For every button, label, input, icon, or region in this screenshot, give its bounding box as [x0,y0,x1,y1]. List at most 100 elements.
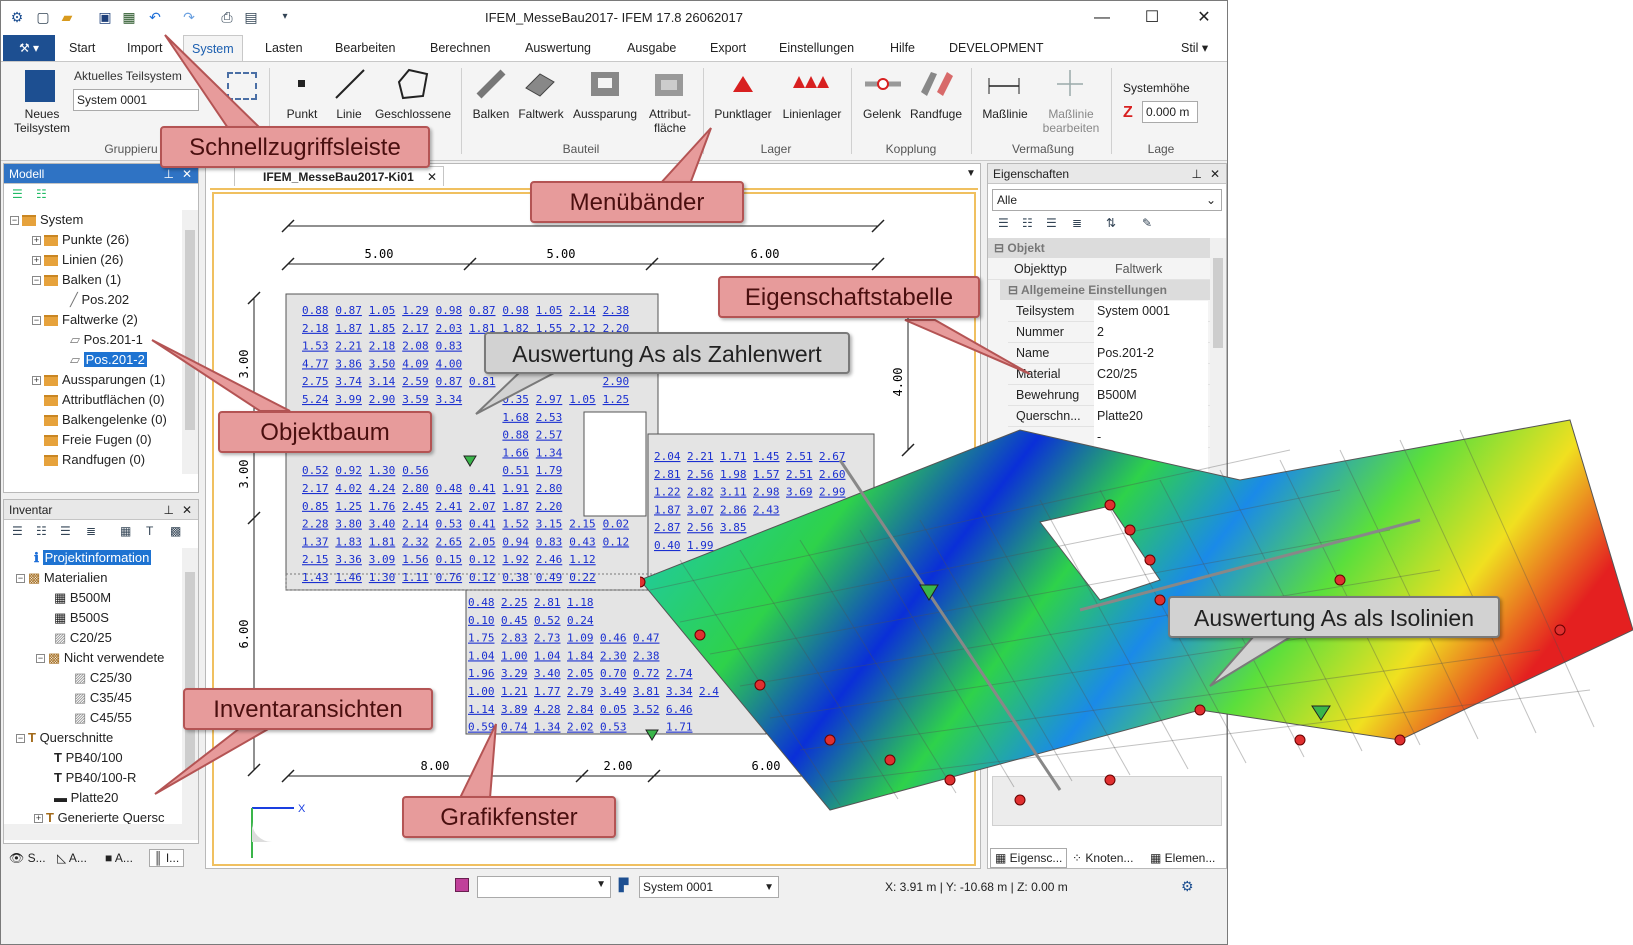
prop-row[interactable]: Material C20/25 [1008,364,1210,385]
close-panel-icon[interactable]: ✕ [182,500,192,520]
tab-eigenschaften[interactable]: ▦ Eigensc... [990,848,1068,868]
style-menu[interactable]: Stil ▾ [1173,35,1216,61]
sort-az-icon[interactable]: ⇅ [1106,216,1116,230]
material-icon[interactable]: ▦ [120,524,131,538]
current-subsystem-select[interactable]: System 0001 [73,89,199,111]
faltwerk-button[interactable]: Faltwerk [515,107,567,121]
sort-icon[interactable]: ☷ [36,524,47,538]
maximize-button[interactable]: ☐ [1139,7,1165,29]
tab-berechnen[interactable]: Berechnen [422,35,498,61]
group-icon[interactable] [227,72,257,100]
tree-item-pb40100[interactable]: T PB40/100 [54,748,123,768]
collapse-icon[interactable]: ☷ [1022,216,1033,230]
tree-item-attributflaechen[interactable]: Attributflächen (0) [44,390,165,410]
tab-development[interactable]: DEVELOPMENT [941,35,1051,61]
close-tab-icon[interactable]: ✕ [427,167,437,187]
tab-s[interactable]: 👁 S... [9,851,46,865]
aussparung-button[interactable]: Aussparung [569,107,641,121]
graphics-tab[interactable]: IFEM_MesseBau2017-Ki01 ✕ [234,166,444,186]
tab-list-dropdown[interactable]: ▼ [966,168,976,179]
subsystem-select[interactable]: System 0001 ▼ [639,876,779,898]
tree-item-c4555[interactable]: ▨ C45/55 [74,708,132,728]
expand-icon[interactable]: ☰ [998,216,1009,230]
tree-item-materialien[interactable]: − ▩ Materialien [16,568,108,588]
tab-start[interactable]: Start [61,35,103,61]
tab-bearbeiten[interactable]: Bearbeiten [327,35,403,61]
details-icon[interactable]: ≣ [86,524,96,538]
list-icon[interactable]: ≣ [1072,216,1082,230]
section-general[interactable]: ⊟ Allgemeine Einstellungen [1000,280,1210,300]
prop-row[interactable]: Name Pos.201-2 [1008,343,1210,364]
linie-button[interactable]: Linie [329,107,369,121]
tab-i[interactable]: ║ I... [149,849,185,867]
tab-a1[interactable]: ◺ A... [57,851,87,865]
geschlossene-button[interactable]: Geschlossene [371,107,455,121]
tree-item-aussparungen[interactable]: + Aussparungen (1) [32,370,165,390]
tree-item-randfugen[interactable]: Randfugen (0) [44,450,145,470]
prop-row[interactable]: Teilsystem System 0001 [1008,301,1210,322]
tab-import[interactable]: Import [119,35,170,61]
tree-item-nicht-verwendete[interactable]: − ▩ Nicht verwendete [36,648,164,668]
grid-icon[interactable]: ▩ [170,524,181,538]
filter-icon[interactable]: ☰ [12,524,23,538]
expand-all-icon[interactable]: ☰ [12,187,23,201]
balken-button[interactable]: Balken [467,107,515,121]
tree-item-pos202[interactable]: ╱ Pos.202 [70,290,129,310]
tab-auswertung[interactable]: Auswertung [517,35,599,61]
model-scrollbar[interactable] [182,210,198,474]
masslinie-bearbeiten-button[interactable]: Maßlinie bearbeiten [1033,107,1109,135]
tree-item-punkte[interactable]: + Punkte (26) [32,230,129,250]
gelenk-button[interactable]: Gelenk [857,107,907,121]
list-icon[interactable]: ☰ [60,524,71,538]
prop-row[interactable]: Bewehrung B500M [1008,385,1210,406]
minimize-button[interactable]: — [1089,7,1115,29]
tree-item-b500s[interactable]: ▦ B500S [54,608,109,628]
inventory-hscrollbar[interactable] [4,824,198,840]
tab-system[interactable]: System [183,35,243,61]
close-button[interactable]: ✕ [1191,7,1217,29]
tree-item-pb40100r[interactable]: T PB40/100-R [54,768,136,788]
close-panel-icon[interactable]: ✕ [1210,164,1220,184]
tree-item-c2025[interactable]: ▨ C20/25 [54,628,112,648]
tree-item-linien[interactable]: + Linien (26) [32,250,123,270]
settings-status-icon[interactable]: ⚙ [1181,878,1194,895]
systemhoehe-input[interactable]: 0.000 m [1142,101,1198,123]
tree-item-system[interactable]: − System [10,210,83,230]
masslinie-button[interactable]: Maßlinie [976,107,1034,121]
tab-einstellungen[interactable]: Einstellungen [771,35,862,61]
tree-item-c2530[interactable]: ▨ C25/30 [74,668,132,688]
tab-lasten[interactable]: Lasten [257,35,311,61]
layer-select[interactable]: ▼ [477,876,611,898]
tree-item-pos201-2[interactable]: ▱ Pos.201-2 [70,350,147,370]
prop-row[interactable]: Nummer 2 [1008,322,1210,343]
tree-item-b500m[interactable]: ▦ B500M [54,588,111,608]
tab-ausgabe[interactable]: Ausgabe [619,35,684,61]
attribut-button[interactable]: Attribut- fläche [643,107,697,135]
tab-knoten[interactable]: ⁘ Knoten... [1072,851,1133,865]
tab-export[interactable]: Export [702,35,754,61]
tree-item-balkengelenke[interactable]: Balkengelenke (0) [44,410,167,430]
tab-elemente[interactable]: ▦ Elemen... [1150,851,1215,865]
punktlager-button[interactable]: Punktlager [709,107,777,121]
punkt-button[interactable]: Punkt [281,107,323,121]
tree-item-faltwerke[interactable]: − Faltwerke (2) [32,310,138,330]
pin-icon[interactable]: ⊥ [164,500,174,520]
properties-filter-select[interactable]: Alle ⌄ [992,189,1222,211]
category-icon[interactable]: ☰ [1046,216,1057,230]
tab-a2[interactable]: ■ A... [105,851,133,865]
pin-icon[interactable]: ⊥ [1192,164,1202,184]
tree-item-freie-fugen[interactable]: Freie Fugen (0) [44,430,152,450]
tree-item-projektinfo[interactable]: ℹ Projektinformation [34,548,152,568]
inventory-scrollbar[interactable] [182,548,198,824]
collapse-all-icon[interactable]: ☷ [36,187,47,201]
section-icon[interactable]: T [146,524,153,538]
pipette-icon[interactable]: ✎ [1142,216,1152,230]
tree-item-querschnitte[interactable]: − T Querschnitte [16,728,113,748]
linienlager-button[interactable]: Linienlager [777,107,847,121]
tree-item-platte20[interactable]: ▬ Platte20 [54,788,118,808]
randfuge-button[interactable]: Randfuge [905,107,967,121]
tab-hilfe[interactable]: Hilfe [882,35,923,61]
tree-item-pos201-1[interactable]: ▱ Pos.201-1 [70,330,143,350]
tree-item-generierte[interactable]: + T Generierte Quersc [34,808,165,824]
file-menu-button[interactable]: ⚒ ▾ [3,35,55,61]
